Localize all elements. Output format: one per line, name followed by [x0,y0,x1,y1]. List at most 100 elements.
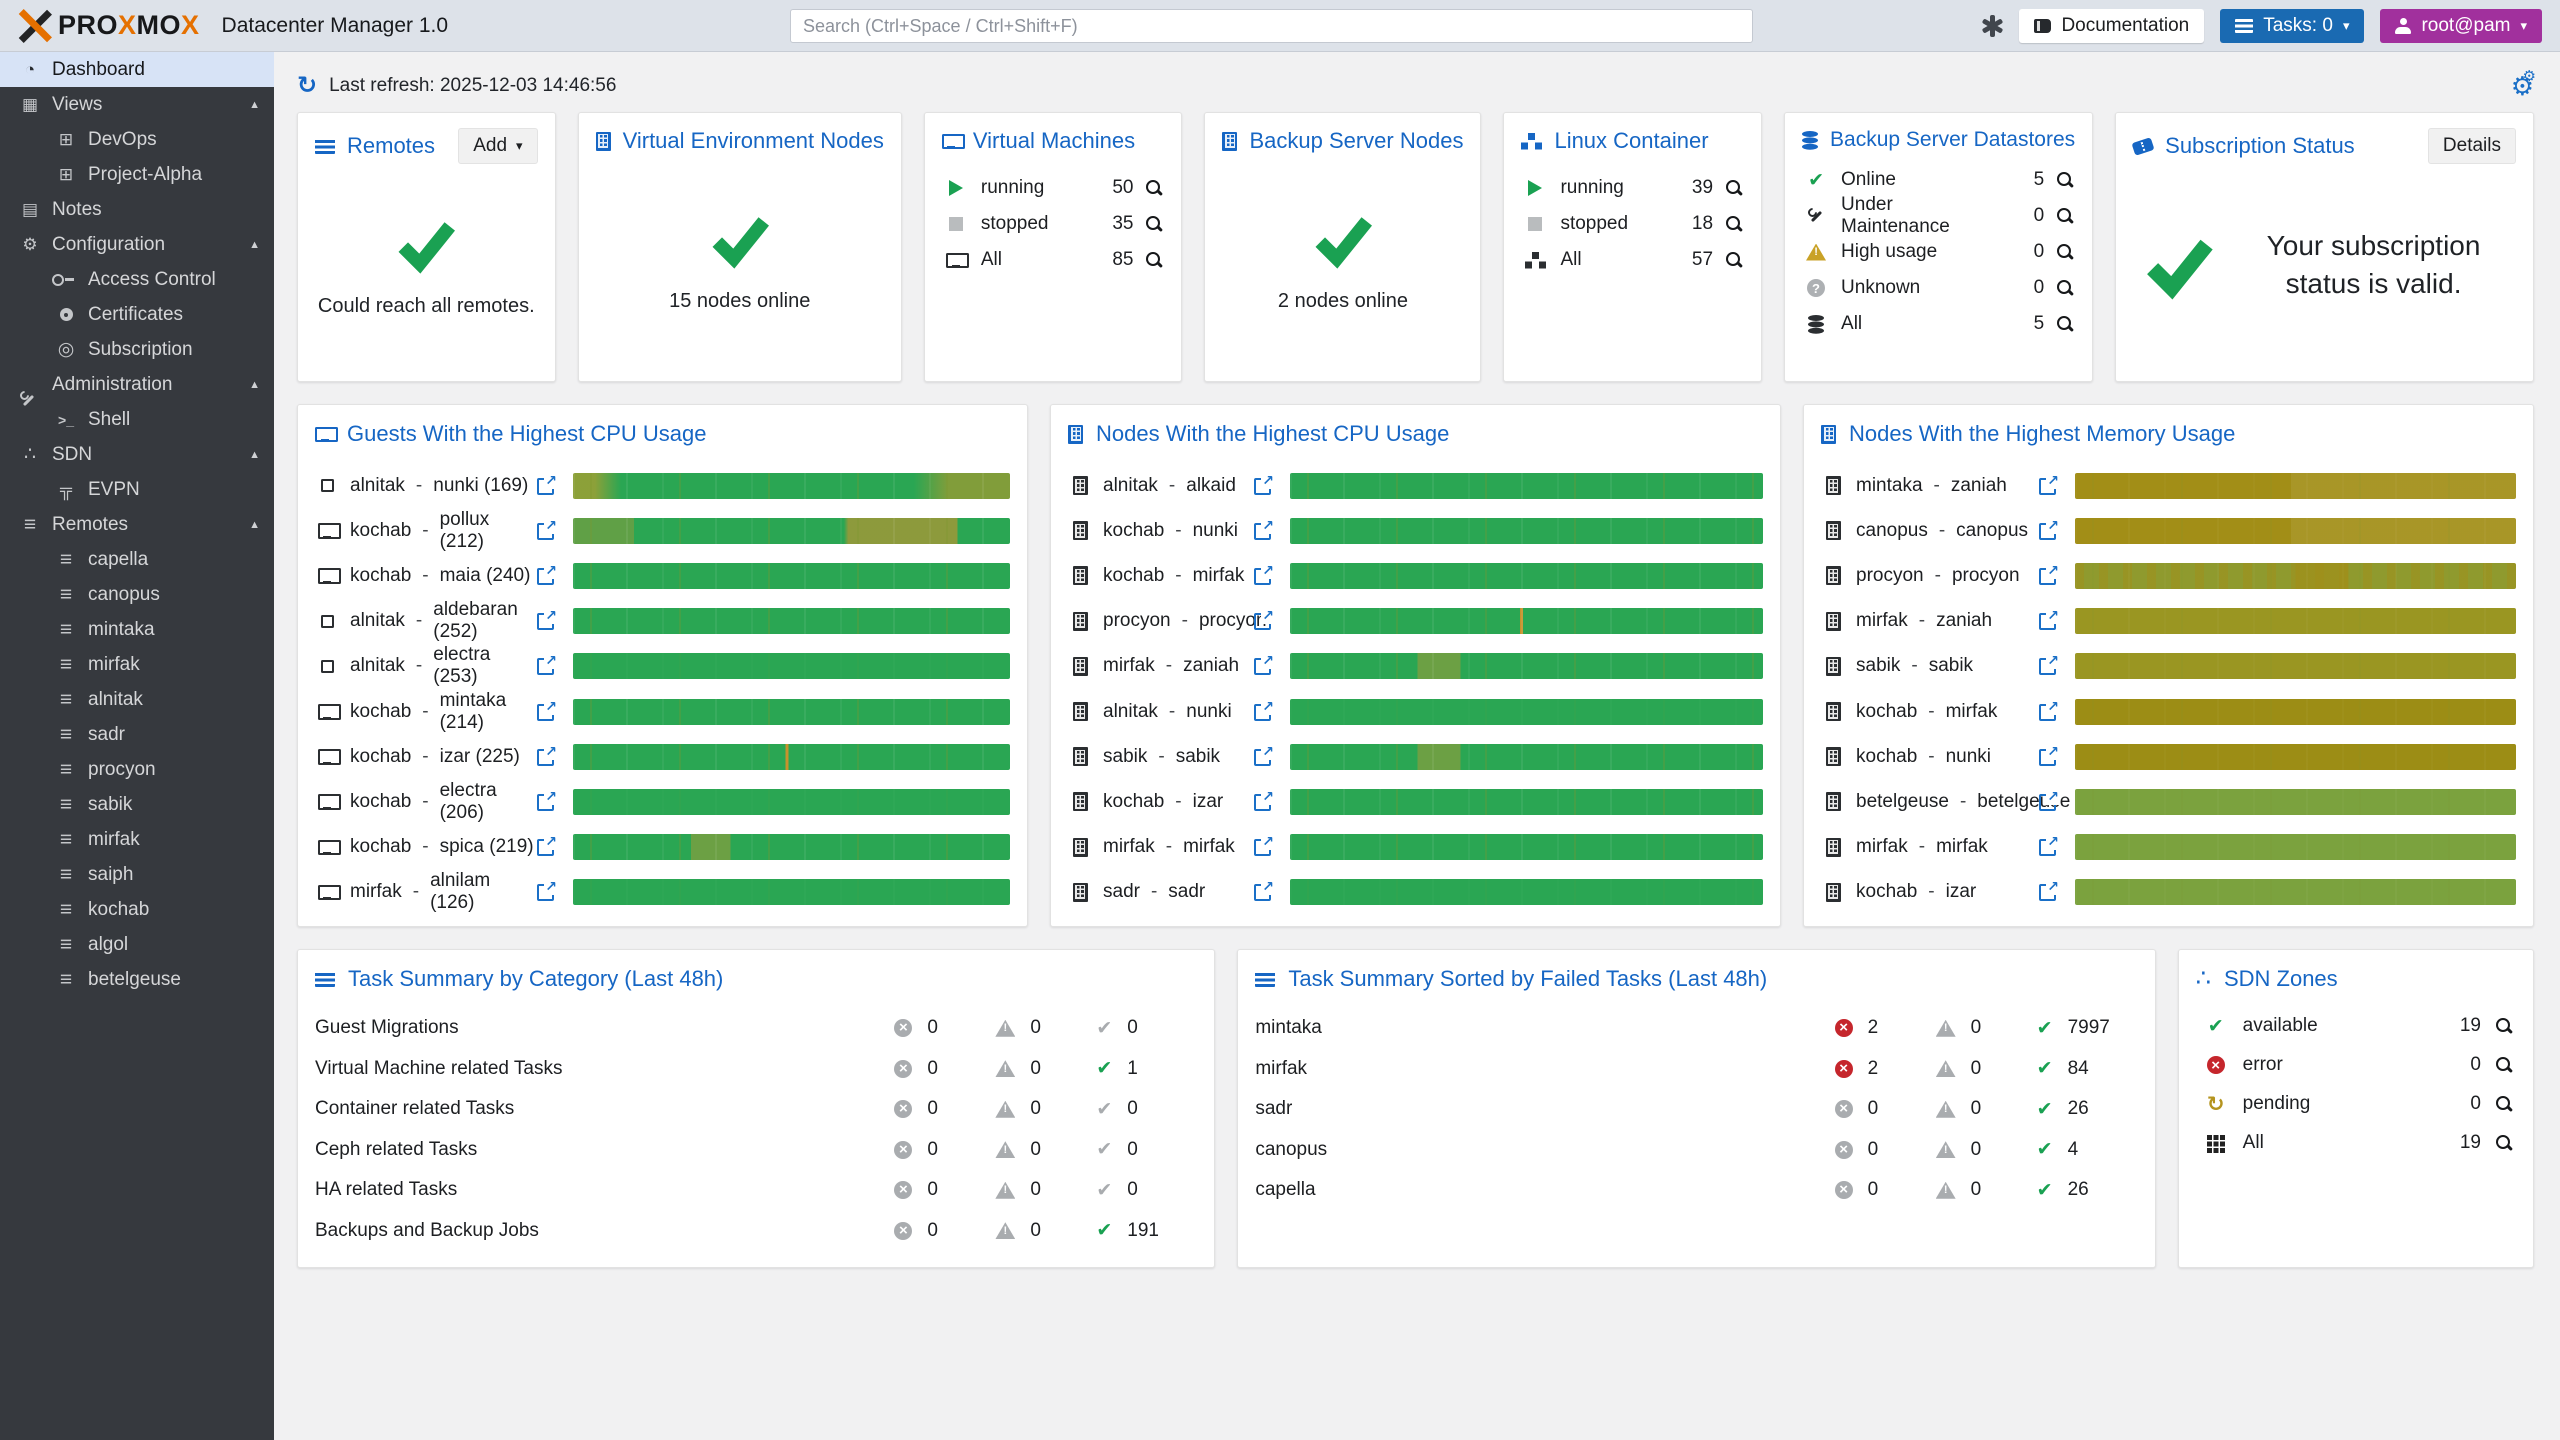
sidebar-item[interactable]: sabik ▲ [0,787,274,822]
search-magnifier-icon[interactable] [1146,252,1162,268]
search-magnifier-icon[interactable] [2057,316,2073,332]
open-external-icon[interactable] [1254,612,1272,630]
sidebar-item[interactable]: Certificates ▲ [0,297,274,332]
remotes-icon [315,138,335,154]
search-magnifier-icon[interactable] [2057,244,2073,260]
open-external-icon[interactable] [537,567,555,585]
user-menu-button[interactable]: root@pam ▾ [2380,9,2542,43]
search-magnifier-icon[interactable] [1146,180,1162,196]
sidebar-item[interactable]: Notes ▲ [0,192,274,227]
error-icon [894,1019,912,1037]
search-magnifier-icon[interactable] [2496,1057,2512,1073]
search-magnifier-icon[interactable] [2057,172,2073,188]
search-magnifier-icon[interactable] [1726,216,1742,232]
open-external-icon[interactable] [2039,703,2057,721]
open-external-icon[interactable] [2039,883,2057,901]
open-external-icon[interactable] [537,522,555,540]
sidebar-item[interactable]: capella ▲ [0,542,274,577]
sidebar-item[interactable]: canopus ▲ [0,577,274,612]
open-external-icon[interactable] [2039,793,2057,811]
search-magnifier-icon[interactable] [1146,216,1162,232]
open-external-icon[interactable] [537,793,555,811]
open-external-icon[interactable] [537,657,555,675]
open-external-icon[interactable] [537,477,555,495]
sidebar-item[interactable]: Configuration ▲ [0,227,274,262]
sidebar-item[interactable]: Project-Alpha ▲ [0,157,274,192]
open-external-icon[interactable] [1254,477,1272,495]
search-magnifier-icon[interactable] [2057,280,2073,296]
sidebar-item[interactable]: DevOps ▲ [0,122,274,157]
sidebar-item[interactable]: alnitak ▲ [0,682,274,717]
open-external-icon[interactable] [2039,522,2057,540]
open-external-icon[interactable] [1254,838,1272,856]
sidebar-item[interactable]: Shell ▲ [0,402,274,437]
sidebar-item[interactable]: Subscription ▲ [0,332,274,367]
search-magnifier-icon[interactable] [2057,208,2073,224]
collapse-arrow-icon[interactable]: ▲ [249,519,260,531]
sidebar-item[interactable]: EVPN ▲ [0,472,274,507]
task-category-label: Backups and Backup Jobs [315,1220,539,1242]
documentation-button[interactable]: Documentation [2019,9,2204,43]
collapse-arrow-icon[interactable]: ▲ [249,449,260,461]
open-external-icon[interactable] [537,838,555,856]
open-external-icon[interactable] [1254,657,1272,675]
search-magnifier-icon[interactable] [2496,1096,2512,1112]
sidebar-item[interactable]: algol ▲ [0,927,274,962]
sidebar-item[interactable]: Administration ▲ [0,367,274,402]
sidebar-item[interactable]: Access Control ▲ [0,262,274,297]
open-external-icon[interactable] [537,612,555,630]
search-magnifier-icon[interactable] [1726,252,1742,268]
remote-name: mirfak [1856,836,1908,858]
collapse-arrow-icon[interactable]: ▲ [249,239,260,251]
open-external-icon[interactable] [1254,567,1272,585]
open-external-icon[interactable] [1254,748,1272,766]
node-name: izar [1946,881,1977,903]
sidebar-item[interactable]: SDN ▲ [0,437,274,472]
open-external-icon[interactable] [2039,477,2057,495]
sidebar-item[interactable]: procyon ▲ [0,752,274,787]
usage-row: canopus - canopus [1821,508,2516,553]
settings-asterisk-icon[interactable] [1990,15,1995,37]
collapse-arrow-icon[interactable]: ▲ [249,379,260,391]
sidebar-item[interactable]: betelgeuse ▲ [0,962,274,997]
open-external-icon[interactable] [1254,793,1272,811]
subscription-details-button[interactable]: Details [2428,128,2516,164]
open-external-icon[interactable] [2039,657,2057,675]
sidebar-item[interactable]: saiph ▲ [0,857,274,892]
usage-bar [2075,473,2516,499]
usage-bar [573,834,1010,860]
error-icon [894,1222,912,1240]
open-external-icon[interactable] [2039,838,2057,856]
usage-row: mirfak - alnilam (126) [315,870,1010,915]
open-external-icon[interactable] [537,703,555,721]
sidebar-item[interactable]: mirfak ▲ [0,822,274,857]
sidebar-item[interactable]: Dashboard ▲ [0,52,274,87]
node-icon [1068,476,1092,495]
open-external-icon[interactable] [2039,612,2057,630]
tasks-button[interactable]: Tasks: 0 ▾ [2220,9,2364,43]
search-magnifier-icon[interactable] [2496,1135,2512,1151]
status-icon [1804,169,1828,192]
sidebar-item[interactable]: Remotes ▲ [0,507,274,542]
sidebar-item[interactable]: mintaka ▲ [0,612,274,647]
open-external-icon[interactable] [1254,703,1272,721]
search-magnifier-icon[interactable] [1726,180,1742,196]
sidebar-item[interactable]: kochab ▲ [0,892,274,927]
open-external-icon[interactable] [1254,522,1272,540]
sidebar-item[interactable]: Views ▲ [0,87,274,122]
sdn-icon: ∴ [2196,967,2211,991]
open-external-icon[interactable] [537,748,555,766]
open-external-icon[interactable] [2039,567,2057,585]
dashboard-settings-icon[interactable]: ⚙⚙ [2494,71,2534,102]
sidebar-item[interactable]: mirfak ▲ [0,647,274,682]
add-remote-button[interactable]: Add▾ [458,128,537,164]
collapse-arrow-icon[interactable]: ▲ [249,99,260,111]
refresh-icon[interactable]: ↻ [297,74,317,98]
search-input[interactable] [790,9,1753,43]
open-external-icon[interactable] [1254,883,1272,901]
node-name: sadr [1168,881,1205,903]
search-magnifier-icon[interactable] [2496,1018,2512,1034]
open-external-icon[interactable] [2039,748,2057,766]
open-external-icon[interactable] [537,883,555,901]
sidebar-item[interactable]: sadr ▲ [0,717,274,752]
